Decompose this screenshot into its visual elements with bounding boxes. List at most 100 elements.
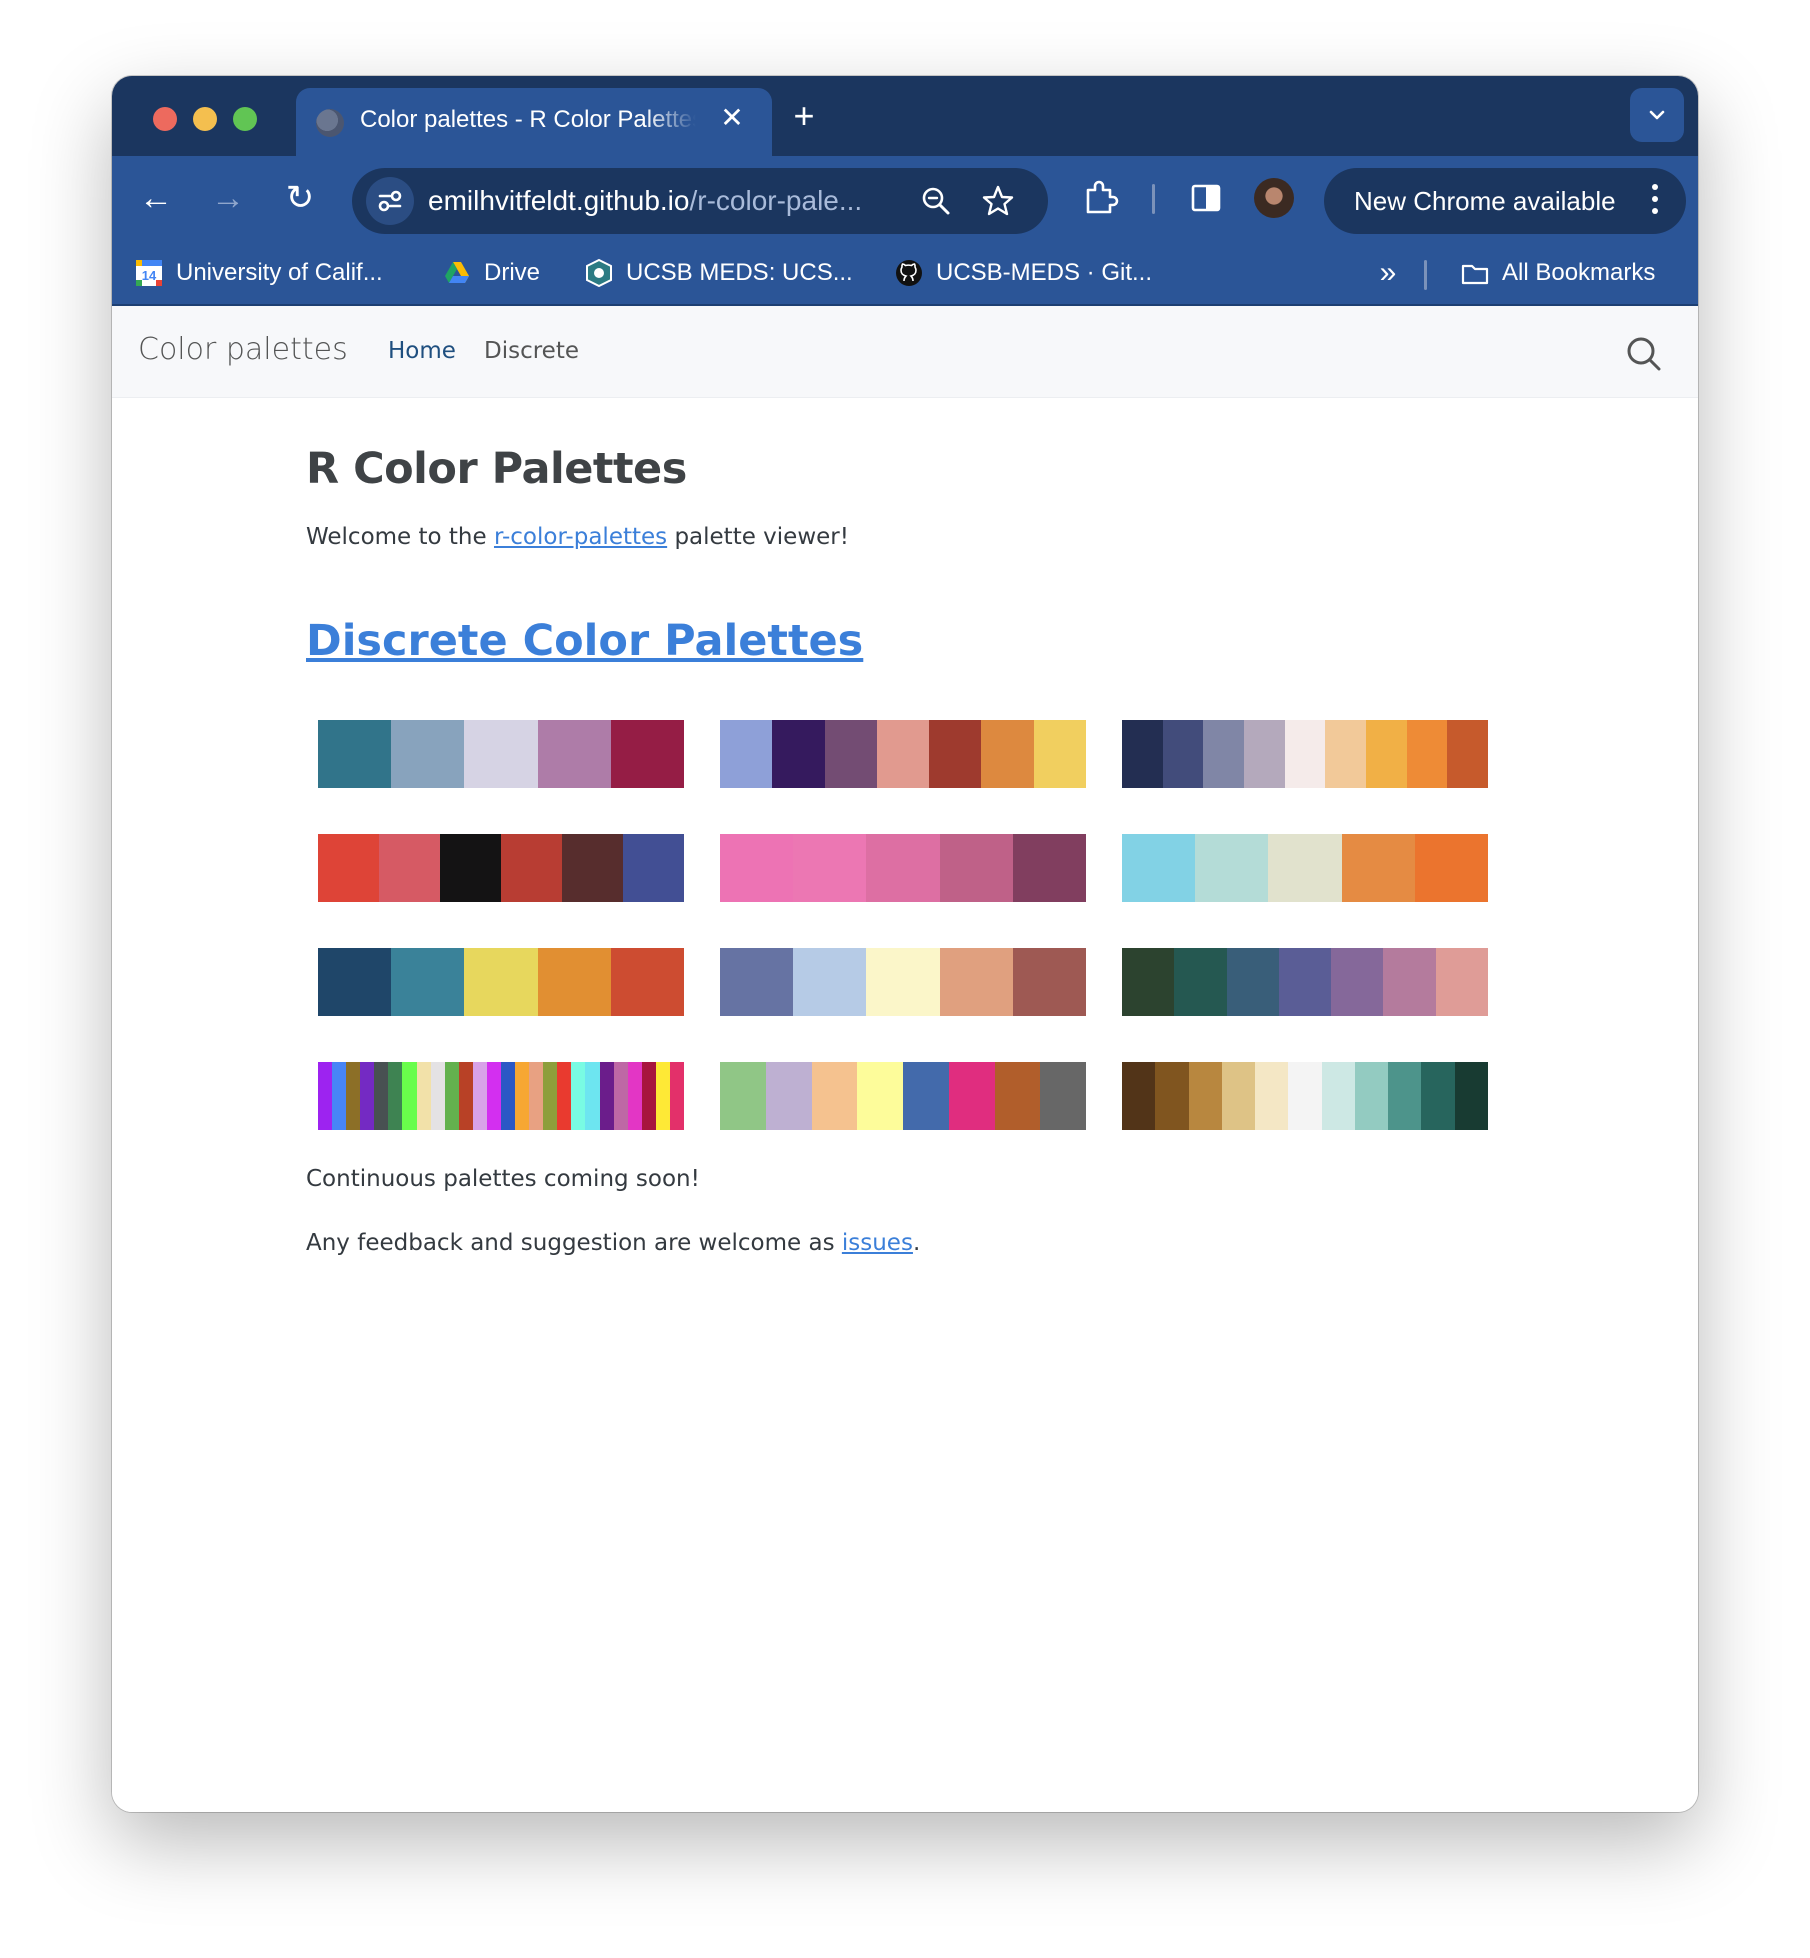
color-swatch — [857, 1062, 903, 1130]
extensions-puzzle-icon[interactable] — [1080, 178, 1120, 218]
bookmark-label: UCSB-MEDS · Git... — [936, 259, 1153, 286]
discrete-palettes-link[interactable]: Discrete Color Palettes — [306, 616, 863, 666]
color-swatch — [627, 1062, 642, 1130]
color-swatch — [720, 834, 794, 902]
toolbar-divider — [1152, 184, 1155, 214]
color-swatch — [669, 1062, 685, 1130]
profile-avatar[interactable] — [1254, 178, 1294, 218]
color-swatch — [374, 1062, 389, 1130]
url-text[interactable]: emilhvitfeldt.github.io/r-color-pale... — [428, 185, 908, 217]
github-icon — [896, 260, 922, 286]
tab-title: Color palettes - R Color Palettes — [360, 106, 696, 133]
palette-11[interactable] — [720, 1062, 1086, 1130]
zoom-window-button[interactable] — [233, 107, 257, 131]
nav-link-home[interactable]: Home — [388, 338, 456, 364]
intro-before: Welcome to the — [306, 524, 494, 550]
site-brand[interactable]: Color palettes — [138, 332, 348, 367]
palette-4[interactable] — [318, 834, 684, 902]
bookmark-item-university[interactable]: 14 University of Calif... — [134, 250, 383, 296]
r-color-palettes-link[interactable]: r-color-palettes — [494, 524, 667, 550]
site-info-button[interactable] — [366, 177, 414, 225]
color-swatch — [571, 1062, 586, 1130]
color-swatch — [1162, 720, 1204, 788]
palette-10[interactable] — [318, 1062, 685, 1130]
color-swatch — [1454, 1062, 1488, 1130]
new-tab-button[interactable]: + — [784, 96, 824, 136]
intro-after: palette viewer! — [667, 524, 849, 550]
color-swatch — [772, 720, 825, 788]
color-swatch — [1288, 1062, 1322, 1130]
address-bar[interactable]: emilhvitfeldt.github.io/r-color-pale... — [352, 168, 1048, 234]
reload-button[interactable]: ↻ — [276, 174, 324, 222]
color-swatch — [346, 1062, 361, 1130]
color-swatch — [981, 720, 1034, 788]
back-button[interactable]: ← — [132, 174, 180, 222]
color-swatch — [318, 948, 392, 1016]
palette-12[interactable] — [1122, 1062, 1488, 1130]
color-swatch — [332, 1062, 347, 1130]
color-swatch — [1203, 720, 1245, 788]
palette-7[interactable] — [318, 948, 685, 1016]
bookmark-star-icon[interactable] — [980, 183, 1016, 219]
zoom-icon[interactable] — [918, 183, 954, 219]
chrome-update-button[interactable]: New Chrome available — [1324, 168, 1686, 234]
site-navbar: Color palettes Home Discrete — [112, 306, 1698, 398]
browser-toolbar: ← → ↻ emilhvitfeldt.github.io/r-color-pa… — [112, 156, 1698, 240]
issues-link[interactable]: issues — [842, 1230, 913, 1256]
color-swatch — [824, 720, 877, 788]
palette-1[interactable] — [318, 720, 685, 788]
color-swatch — [1155, 1062, 1189, 1130]
color-swatch — [1122, 948, 1175, 1016]
palette-5[interactable] — [720, 834, 1087, 902]
more-vertical-icon[interactable] — [1648, 184, 1662, 218]
color-swatch — [1012, 948, 1087, 1016]
palette-8[interactable] — [720, 948, 1087, 1016]
bookmark-label: Drive — [484, 259, 541, 286]
color-swatch — [641, 1062, 656, 1130]
color-swatch — [1447, 720, 1489, 788]
tab-color-palettes[interactable]: Color palettes - R Color Palettes ✕ — [296, 88, 772, 156]
color-swatch — [1122, 834, 1196, 902]
color-swatch — [720, 1062, 766, 1130]
bookmarks-overflow-button[interactable]: » — [1372, 258, 1404, 290]
color-swatch — [562, 834, 623, 902]
palette-2[interactable] — [720, 720, 1086, 788]
tab-search-button[interactable] — [1630, 88, 1684, 142]
palette-9[interactable] — [1122, 948, 1488, 1016]
minimize-window-button[interactable] — [193, 107, 217, 131]
page-title: R Color Palettes — [306, 444, 687, 494]
side-panel-icon[interactable] — [1186, 178, 1226, 218]
bookmark-item-drive[interactable]: Drive — [442, 250, 540, 296]
calendar-icon: 14 — [136, 260, 162, 286]
bookmark-item-ucsb-meds[interactable]: UCSB MEDS: UCS... — [584, 250, 853, 296]
color-swatch — [1388, 1062, 1422, 1130]
palette-6[interactable] — [1122, 834, 1489, 902]
bookmarks-divider — [1424, 260, 1427, 290]
color-swatch — [537, 720, 611, 788]
google-drive-icon — [445, 262, 469, 283]
color-swatch — [440, 834, 501, 902]
color-swatch — [1354, 1062, 1389, 1130]
palette-3[interactable] — [1122, 720, 1489, 788]
folder-icon — [1461, 264, 1489, 285]
forward-button[interactable]: → — [204, 174, 252, 222]
color-swatch — [529, 1062, 544, 1130]
color-swatch — [416, 1062, 431, 1130]
bookmark-item-github[interactable]: UCSB-MEDS · Git... — [894, 250, 1152, 296]
color-swatch — [543, 1062, 558, 1130]
color-swatch — [994, 1062, 1041, 1130]
chevron-down-icon — [1649, 110, 1665, 120]
all-bookmarks-button[interactable]: All Bookmarks — [1460, 250, 1655, 296]
tab-close-button[interactable]: ✕ — [716, 102, 748, 134]
search-icon[interactable] — [1624, 334, 1664, 374]
close-window-button[interactable] — [153, 107, 177, 131]
color-swatch — [1195, 834, 1269, 902]
nav-link-discrete[interactable]: Discrete — [484, 338, 579, 364]
color-swatch — [318, 834, 379, 902]
color-swatch — [537, 948, 611, 1016]
color-swatch — [1221, 1062, 1256, 1130]
color-swatch — [318, 1062, 333, 1130]
color-swatch — [458, 1062, 473, 1130]
color-swatch — [811, 1062, 858, 1130]
color-swatch — [388, 1062, 403, 1130]
